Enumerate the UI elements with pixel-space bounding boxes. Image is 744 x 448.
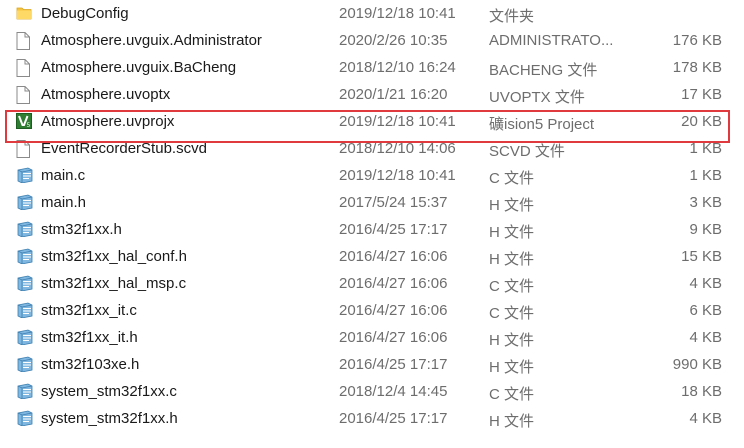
file-name: DebugConfig (41, 5, 129, 22)
source-file-icon (16, 194, 33, 212)
file-row[interactable]: stm32f103xe.h 2016/4/25 17:17 H 文件 990 KB (0, 351, 744, 378)
file-type: H 文件 (489, 359, 535, 376)
source-file-icon (16, 248, 33, 266)
file-row[interactable]: stm32f1xx.h 2016/4/25 17:17 H 文件 9 KB (0, 216, 744, 243)
svg-text:5: 5 (27, 122, 31, 129)
file-list: DebugConfig 2019/12/18 10:41 文件夹 Atmosphere… (0, 0, 744, 432)
file-type: C 文件 (489, 278, 535, 295)
file-size: 9 KB (689, 221, 722, 238)
file-date: 2019/12/18 10:41 (339, 5, 456, 22)
source-file-icon (16, 275, 33, 293)
file-size: 3 KB (689, 194, 722, 211)
file-type: 礦ision5 Project (489, 116, 595, 133)
file-date: 2016/4/27 16:06 (339, 248, 448, 265)
file-size: 178 KB (672, 59, 722, 76)
file-type: C 文件 (489, 386, 535, 403)
source-file-icon (16, 356, 33, 374)
file-row[interactable]: Atmosphere.uvguix.Administrator 2020/2/26… (0, 27, 744, 54)
file-row[interactable]: Atmosphere.uvoptx 2020/1/21 16:20 UVOPTX 文… (0, 81, 744, 108)
file-row[interactable]: stm32f1xx_it.h 2016/4/27 16:06 H 文件 4 KB (0, 324, 744, 351)
file-size: 15 KB (681, 248, 722, 265)
file-name: main.h (41, 194, 87, 211)
file-name: system_stm32f1xx.h (41, 410, 178, 427)
file-name: stm32f103xe.h (41, 356, 140, 373)
file-date: 2018/12/10 16:24 (339, 59, 456, 76)
file-date: 2016/4/25 17:17 (339, 356, 448, 373)
file-row[interactable]: stm32f1xx_hal_msp.c 2016/4/27 16:06 C 文件 4 … (0, 270, 744, 297)
file-row[interactable]: 5 Atmosphere.uvprojx 2019/12/18 10:41 礦isio… (0, 108, 744, 135)
file-name: stm32f1xx_it.c (41, 302, 137, 319)
file-name: stm32f1xx_hal_msp.c (41, 275, 187, 292)
file-size: 176 KB (672, 32, 722, 49)
file-date: 2016/4/27 16:06 (339, 275, 448, 292)
folder-icon (16, 5, 32, 23)
file-row[interactable]: DebugConfig 2019/12/18 10:41 文件夹 (0, 0, 744, 27)
file-size: 4 KB (689, 329, 722, 346)
file-type: C 文件 (489, 305, 535, 322)
file-type: 文件夹 (489, 8, 535, 25)
file-name: Atmosphere.uvguix.Administrator (41, 32, 262, 49)
source-file-icon (16, 167, 33, 185)
file-size: 20 KB (681, 113, 722, 130)
file-type: C 文件 (489, 170, 535, 187)
source-file-icon (16, 221, 33, 239)
source-file-icon (16, 302, 33, 320)
file-row[interactable]: stm32f1xx_hal_conf.h 2016/4/27 16:06 H 文件 1… (0, 243, 744, 270)
file-row[interactable]: main.c 2019/12/18 10:41 C 文件 1 KB (0, 162, 744, 189)
file-date: 2019/12/18 10:41 (339, 167, 456, 184)
file-type: H 文件 (489, 224, 535, 241)
file-type: BACHENG 文件 (489, 62, 598, 79)
file-name: stm32f1xx_hal_conf.h (41, 248, 187, 265)
file-type: UVOPTX 文件 (489, 89, 585, 106)
file-name: stm32f1xx.h (41, 221, 122, 238)
file-date: 2019/12/18 10:41 (339, 113, 456, 130)
source-file-icon (16, 329, 33, 347)
file-size: 1 KB (689, 140, 722, 157)
keil-project-icon: 5 (16, 113, 32, 131)
file-date: 2017/5/24 15:37 (339, 194, 448, 211)
file-size: 1 KB (689, 167, 722, 184)
file-row[interactable]: Atmosphere.uvguix.BaCheng 2018/12/10 16:2… (0, 54, 744, 81)
file-size: 6 KB (689, 302, 722, 319)
file-icon (16, 32, 32, 50)
file-date: 2018/12/10 14:06 (339, 140, 456, 157)
file-type: SCVD 文件 (489, 143, 565, 160)
file-size: 18 KB (681, 383, 722, 400)
source-file-icon (16, 383, 33, 401)
file-name: Atmosphere.uvprojx (41, 113, 175, 130)
file-type: H 文件 (489, 413, 535, 430)
file-name: Atmosphere.uvguix.BaCheng (41, 59, 237, 76)
file-date: 2020/2/26 10:35 (339, 32, 448, 49)
file-date: 2016/4/27 16:06 (339, 329, 448, 346)
file-date: 2016/4/25 17:17 (339, 410, 448, 427)
file-date: 2016/4/25 17:17 (339, 221, 448, 238)
file-name: EventRecorderStub.scvd (41, 140, 207, 157)
file-type: H 文件 (489, 332, 535, 349)
file-type: ADMINISTRATO... (489, 32, 614, 49)
file-row[interactable]: EventRecorderStub.scvd 2018/12/10 14:06 SC… (0, 135, 744, 162)
file-size: 990 KB (672, 356, 722, 373)
file-row[interactable]: stm32f1xx_it.c 2016/4/27 16:06 C 文件 6 KB (0, 297, 744, 324)
file-date: 2016/4/27 16:06 (339, 302, 448, 319)
file-icon (16, 86, 32, 104)
file-name: main.c (41, 167, 86, 184)
file-size: 4 KB (689, 410, 722, 427)
file-row[interactable]: main.h 2017/5/24 15:37 H 文件 3 KB (0, 189, 744, 216)
file-icon (16, 140, 32, 158)
file-row[interactable]: system_stm32f1xx.c 2018/12/4 14:45 C 文件 18 … (0, 378, 744, 405)
file-name: stm32f1xx_it.h (41, 329, 138, 346)
file-date: 2020/1/21 16:20 (339, 86, 448, 103)
file-size: 4 KB (689, 275, 722, 292)
file-size: 17 KB (681, 86, 722, 103)
file-name: Atmosphere.uvoptx (41, 86, 171, 103)
file-row[interactable]: system_stm32f1xx.h 2016/4/25 17:17 H 文件 4 K… (0, 405, 744, 432)
file-type: H 文件 (489, 251, 535, 268)
file-name: system_stm32f1xx.c (41, 383, 177, 400)
file-date: 2018/12/4 14:45 (339, 383, 448, 400)
source-file-icon (16, 410, 33, 428)
file-type: H 文件 (489, 197, 535, 214)
file-icon (16, 59, 32, 77)
